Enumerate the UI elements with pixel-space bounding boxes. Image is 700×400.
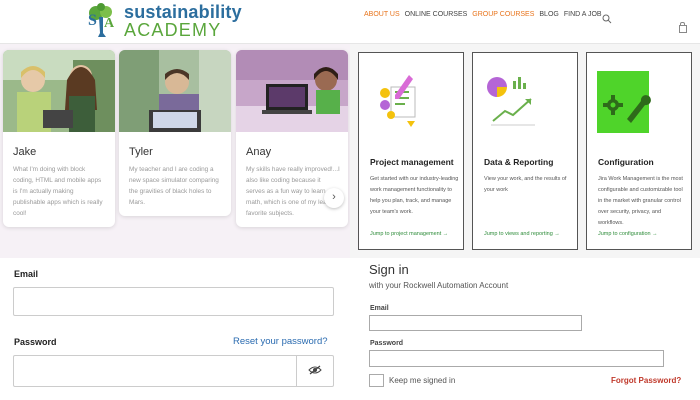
student-name: Tyler: [129, 146, 153, 158]
logo-text: sustainability ACADEMY: [124, 3, 242, 39]
email-label: Email: [14, 269, 39, 279]
student-photo-tyler: [119, 50, 231, 132]
feature-title: Configuration: [598, 157, 654, 167]
keep-signed-in-checkbox[interactable]: [369, 374, 384, 387]
signin-password-label: Password: [370, 340, 404, 347]
student-name: Anay: [246, 146, 272, 158]
student-name: Jake: [13, 146, 37, 158]
reset-password-link[interactable]: Reset your password?: [233, 336, 328, 347]
password-input[interactable]: [13, 355, 334, 387]
eye-off-icon: [308, 362, 322, 380]
search-icon[interactable]: [602, 11, 612, 24]
signin-email-label: Email: [370, 305, 389, 312]
feature-cards: Project management Get started with our …: [350, 44, 700, 258]
nav-group-courses[interactable]: GROUP COURSES: [472, 11, 534, 18]
student-photo-anay: [236, 50, 348, 132]
feature-link[interactable]: Jump to configuration →: [598, 231, 658, 237]
nav-about-us[interactable]: ABOUT US: [364, 11, 400, 18]
logo[interactable]: S A sustainability ACADEMY: [84, 1, 242, 41]
nav-find-a-job[interactable]: FIND A JOB: [564, 11, 602, 18]
feature-description: Jira Work Management is the most configu…: [598, 176, 683, 226]
student-quote: What I'm doing with block coding, HTML a…: [13, 166, 103, 217]
logo-tree-icon: S A: [84, 3, 120, 39]
svg-text:S: S: [88, 12, 97, 29]
feature-link[interactable]: Jump to project management →: [370, 231, 448, 237]
feature-title: Project management: [370, 157, 454, 167]
feature-card-data-reporting: Data & Reporting View your work, and the…: [472, 52, 578, 250]
feature-card-configuration: Configuration Jira Work Management is th…: [586, 52, 692, 250]
nav-blog[interactable]: BLOG: [539, 11, 558, 18]
project-management-illustration: [369, 71, 431, 133]
page: S A sustainability ACADEMY ABOUT US ONLI…: [0, 0, 700, 400]
feature-card-project-management: Project management Get started with our …: [358, 52, 464, 250]
site-header: S A sustainability ACADEMY ABOUT US ONLI…: [0, 0, 700, 44]
testimonial-card-jake: Jake What I'm doing with block coding, H…: [3, 50, 115, 227]
password-label: Password: [14, 337, 57, 347]
main-nav: ABOUT US ONLINE COURSES GROUP COURSES BL…: [364, 11, 602, 18]
feature-description: View your work, and the results of your …: [484, 176, 567, 193]
signin-subtitle: with your Rockwell Automation Account: [369, 281, 509, 290]
logo-line-1: sustainability: [124, 2, 242, 22]
chevron-right-icon: ›: [332, 191, 336, 203]
cart-icon[interactable]: [678, 22, 687, 33]
signin-email-input[interactable]: [369, 315, 582, 331]
configuration-illustration: [597, 71, 659, 133]
forgot-password-link[interactable]: Forgot Password?: [611, 376, 681, 385]
toggle-password-visibility-button[interactable]: [296, 356, 333, 386]
student-photo-jake: [3, 50, 115, 132]
keep-signed-in-label[interactable]: Keep me signed in: [389, 376, 455, 385]
feature-title: Data & Reporting: [484, 157, 554, 167]
testimonial-card-tyler: Tyler My teacher and I are coding a new …: [119, 50, 231, 216]
feature-link[interactable]: Jump to views and reporting →: [484, 231, 560, 237]
feature-description: Get started with our industry-leading wo…: [370, 176, 459, 215]
logo-line-2: ACADEMY: [124, 20, 222, 40]
next-testimonial-button[interactable]: ›: [324, 188, 344, 208]
signin-password-input[interactable]: [369, 350, 664, 367]
student-quote: My teacher and I are coding a new space …: [129, 166, 219, 206]
email-input[interactable]: [13, 287, 334, 316]
signin-title: Sign in: [369, 262, 409, 277]
student-testimonials: Jake What I'm doing with block coding, H…: [0, 44, 350, 258]
svg-text:A: A: [104, 16, 115, 31]
nav-online-courses[interactable]: ONLINE COURSES: [405, 11, 468, 18]
data-reporting-illustration: [483, 71, 545, 133]
